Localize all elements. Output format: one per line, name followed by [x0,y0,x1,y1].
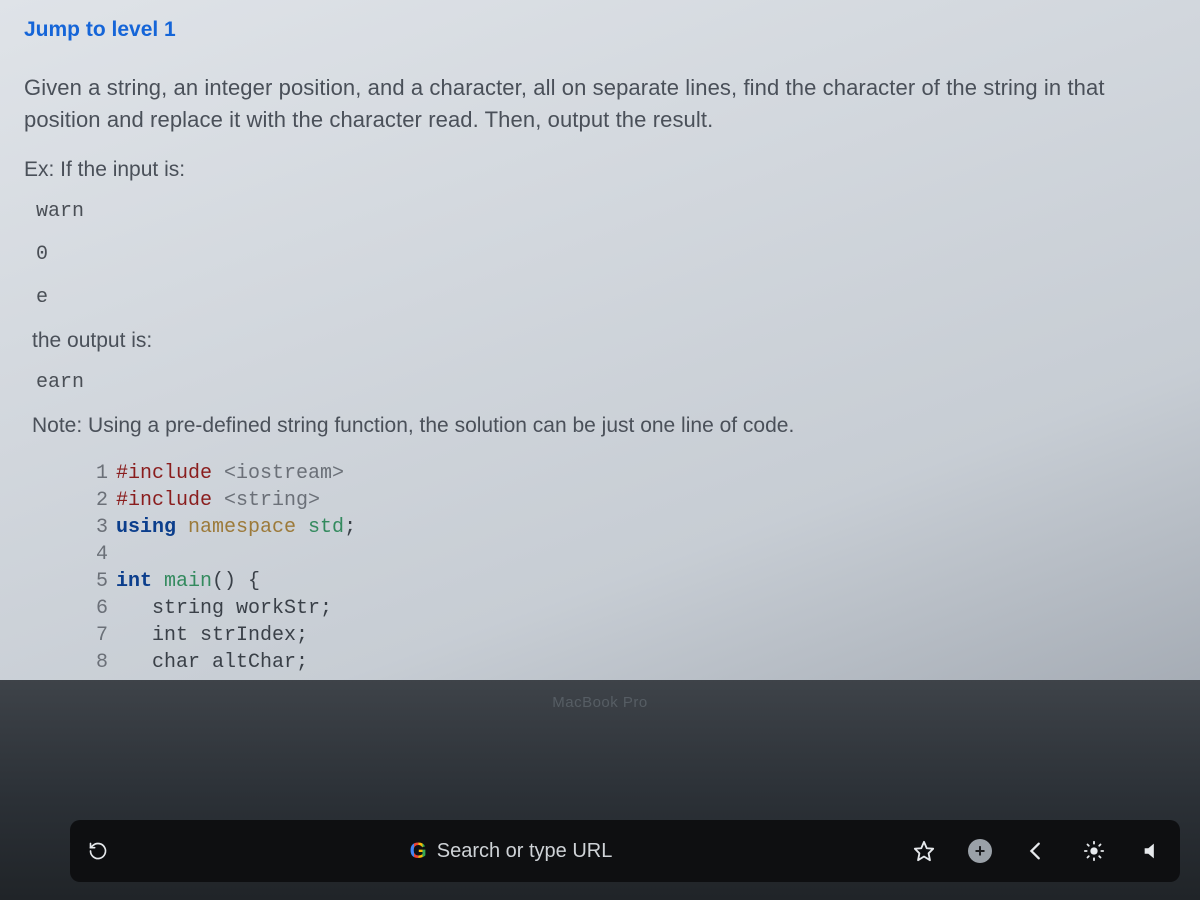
code-token: #include [116,462,224,485]
code-token: main [164,570,212,593]
code-line: 8 char altChar; [84,649,1180,676]
example-input-line-2: 0 [36,243,1180,266]
line-number: 1 [84,460,108,487]
code-token: #include [116,489,224,512]
back-icon[interactable] [1022,837,1050,865]
line-number: 3 [84,514,108,541]
input-label: Ex: If the input is: [24,158,1180,182]
line-number: 7 [84,622,108,649]
jump-to-level-link[interactable]: Jump to level 1 [24,18,176,42]
laptop-bezel: MacBook Pro G Search or type URL + [0,680,1200,900]
url-search-placeholder: Search or type URL [437,840,613,863]
code-line: 5 int main() { [84,568,1180,595]
line-number: 4 [84,541,108,568]
code-line: 4 [84,541,1180,568]
code-token: using [116,516,188,539]
line-number: 2 [84,487,108,514]
google-logo-icon: G [410,838,427,864]
code-line: 1 #include <iostream> [84,460,1180,487]
laptop-brand-label: MacBook Pro [552,694,648,711]
code-line: 2 #include <string> [84,487,1180,514]
line-number: 8 [84,649,108,676]
example-input-line-1: warn [36,200,1180,223]
touch-bar: G Search or type URL + [70,820,1180,882]
example-input-line-3: e [36,286,1180,309]
example-output-line: earn [36,371,1180,394]
code-token: char altChar; [116,651,308,674]
problem-panel: Jump to level 1 Given a string, an integ… [0,0,1200,703]
code-token: <string> [224,489,320,512]
problem-note: Note: Using a pre-defined string functio… [32,414,1180,438]
problem-description: Given a string, an integer position, and… [24,72,1180,136]
code-token: int strIndex; [116,624,308,647]
reload-icon[interactable] [84,837,112,865]
code-line: 7 int strIndex; [84,622,1180,649]
code-token: namespace [188,516,308,539]
code-token: () { [212,570,260,593]
volume-icon[interactable] [1138,837,1166,865]
code-line: 6 string workStr; [84,595,1180,622]
star-icon[interactable] [910,837,938,865]
code-token: int [116,570,164,593]
code-token: <iostream> [224,462,344,485]
brightness-icon[interactable] [1080,837,1108,865]
code-token: std [308,516,344,539]
output-label: the output is: [32,329,1180,353]
code-editor[interactable]: 1 #include <iostream> 2 #include <string> 3u… [84,460,1180,703]
new-tab-plus-icon[interactable]: + [968,839,992,863]
code-token: string workStr; [116,597,332,620]
code-token: ; [344,516,356,539]
code-line: 3 using namespace std; [84,514,1180,541]
url-search-field[interactable]: G Search or type URL [398,832,625,870]
line-number: 5 [84,568,108,595]
line-number: 6 [84,595,108,622]
